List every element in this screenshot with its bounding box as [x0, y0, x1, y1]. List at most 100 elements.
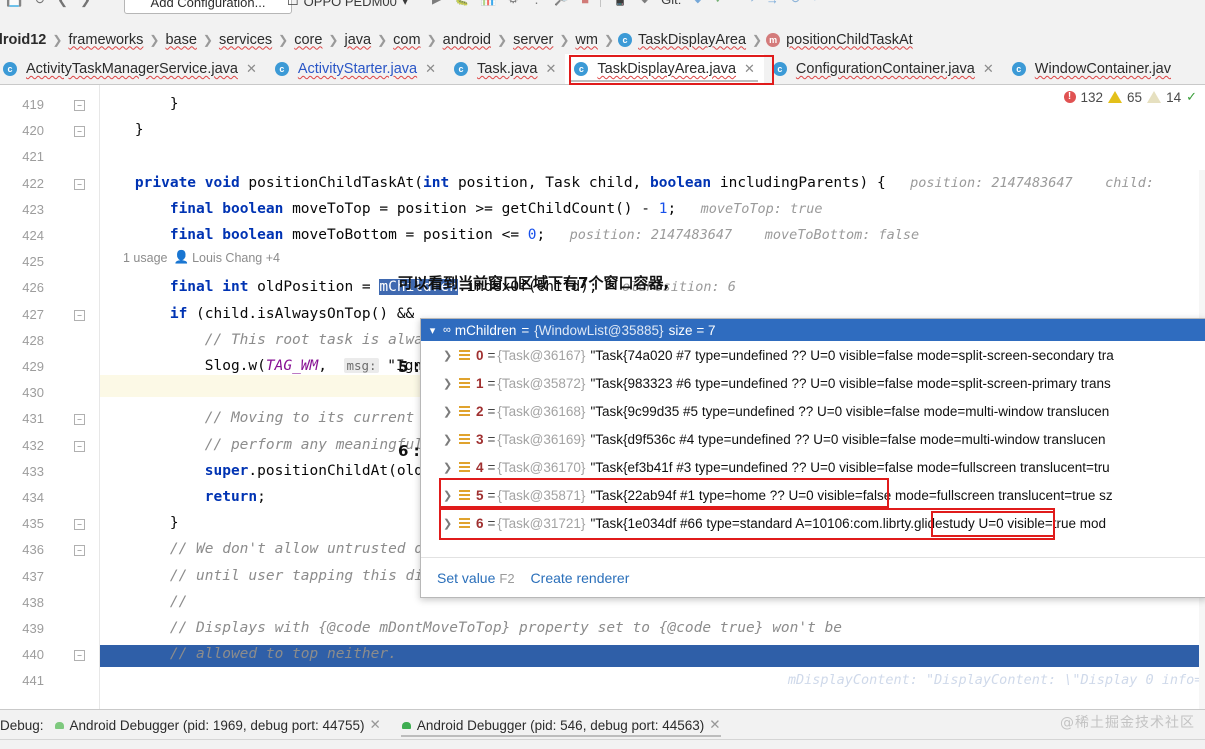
create-renderer-action[interactable]: Create renderer	[531, 570, 630, 586]
debug-row-ref: {Task@31721}	[497, 515, 586, 531]
breadcrumb-item-wm[interactable]: wm ❯	[573, 32, 618, 49]
debug-row-index: 6	[476, 515, 484, 531]
editor-tab-5[interactable]: c WindowContainer.jav	[1003, 54, 1180, 84]
inline-debug-hint: position: 2147483647 child:	[885, 174, 1154, 191]
close-icon[interactable]: ✕	[370, 717, 381, 733]
chevron-right-icon[interactable]: ❯	[443, 349, 459, 362]
editor-tab-1[interactable]: c ActivityStarter.java ✕	[266, 54, 445, 84]
layout-inspector-icon[interactable]: 🔎	[554, 0, 570, 7]
inspection-widget[interactable]: ! 132 65 14 ✓	[1063, 89, 1197, 105]
chevron-right-icon[interactable]: ❯	[443, 377, 459, 390]
git-history-icon[interactable]: →	[766, 0, 779, 7]
close-icon[interactable]: ✕	[246, 61, 257, 77]
profile-icon[interactable]: 📊	[480, 0, 496, 7]
sdk-manager-icon[interactable]: ⬇	[639, 0, 650, 7]
breadcrumb-item-core[interactable]: core ❯	[292, 32, 342, 49]
breadcrumb-item-java[interactable]: java ❯	[342, 32, 391, 49]
chevron-down-icon[interactable]: ▾	[427, 324, 438, 337]
save-all-icon[interactable]: 💾	[6, 0, 22, 8]
breadcrumb-label: wm	[575, 31, 598, 48]
code-vision-hint[interactable]: 1 usage 👤 Louis Chang +4	[123, 250, 280, 265]
line-number: 426	[22, 280, 44, 296]
editor-tab-4[interactable]: c ConfigurationContainer.java ✕	[764, 54, 1003, 84]
breadcrumb-item-frameworks[interactable]: frameworks ❯	[66, 32, 163, 49]
breadcrumb-item-android[interactable]: android ❯	[441, 32, 511, 49]
breadcrumb-item-taskdisplayarea[interactable]: c TaskDisplayArea ❯	[618, 32, 766, 49]
debug-row-6[interactable]: ❯ 6 = {Task@31721} "Task{1e034df #66 type=st…	[421, 509, 1205, 537]
close-icon[interactable]: ✕	[425, 61, 436, 77]
toolbar-right-icons: ▶ 🐛 📊 ⚙ ⋮ 🔎 ■ 📱 ⬇ Git: ⬇ ✓ ⟶ → ↻ ↶	[432, 0, 823, 7]
chevron-right-icon[interactable]: ❯	[443, 433, 459, 446]
breadcrumb-item-server[interactable]: server ❯	[511, 32, 573, 49]
device-selector[interactable]: ☐ OPPO PEDM00 ▾	[287, 0, 408, 12]
fold-marker[interactable]: −	[74, 309, 85, 321]
editor-tab-0[interactable]: c ActivityTaskManagerService.java ✕	[0, 54, 266, 84]
editor-gutter[interactable]: 419 − 420 − 421 422 − 423 424 425 426 427 − 428 429 430…	[0, 85, 100, 709]
git-revert-icon[interactable]: ↶	[812, 0, 823, 7]
editor-tab-2[interactable]: c Task.java ✕	[445, 54, 565, 84]
debug-session-tab-1[interactable]: Android Debugger (pid: 1969, debug port:…	[44, 710, 391, 740]
debug-row-5[interactable]: ❯ 5 = {Task@35871} "Task{22ab94f #1 type=hom…	[421, 481, 1205, 509]
code-line: }	[100, 515, 179, 532]
line-number: 437	[22, 568, 44, 584]
debug-row-equals: =	[487, 487, 496, 503]
run-icon[interactable]: ▶	[432, 0, 442, 7]
git-rollback-icon[interactable]: ↻	[790, 0, 801, 7]
debug-row-1[interactable]: ❯ 1 = {Task@35872} "Task{983323 #6 type=unde…	[421, 369, 1205, 397]
debug-row-2[interactable]: ❯ 2 = {Task@36168} "Task{9c99d35 #5 type=und…	[421, 397, 1205, 425]
fold-marker[interactable]: −	[74, 100, 85, 111]
debug-row-3[interactable]: ❯ 3 = {Task@36169} "Task{d9f536c #4 type=und…	[421, 425, 1205, 453]
close-icon[interactable]: ✕	[983, 61, 994, 77]
debug-rows[interactable]: ❯ 0 = {Task@36167} "Task{74a020 #7 type=unde…	[421, 341, 1205, 537]
debug-value-popup[interactable]: ▾ ∞ mChildren = {WindowList@35885} size …	[420, 318, 1205, 598]
forward-icon[interactable]: ❯	[80, 0, 91, 8]
chevron-right-icon[interactable]: ❯	[443, 517, 459, 530]
chevron-right-icon[interactable]: ❯	[443, 405, 459, 418]
debug-icon[interactable]: 🐛	[453, 0, 469, 7]
inspection-ok-icon[interactable]: ✓	[1186, 89, 1197, 105]
close-icon[interactable]: ✕	[545, 61, 556, 77]
fold-marker[interactable]: −	[74, 519, 85, 531]
breadcrumb-label: server	[513, 31, 554, 48]
fold-marker[interactable]: −	[74, 178, 85, 190]
fold-marker[interactable]: −	[74, 414, 85, 426]
array-element-icon	[459, 489, 470, 501]
git-commit-icon[interactable]: ✓	[714, 0, 725, 7]
debug-row-equals: =	[487, 515, 496, 531]
usage-count-label[interactable]: 1 usage	[123, 251, 167, 265]
debug-row-index: 2	[476, 403, 484, 419]
debug-row-4[interactable]: ❯ 4 = {Task@36170} "Task{ef3b41f #3 type=und…	[421, 453, 1205, 481]
fold-marker[interactable]: −	[74, 545, 85, 557]
chevron-right-icon[interactable]: ❯	[443, 461, 459, 474]
editor-tab-3[interactable]: c TaskDisplayArea.java ✕	[565, 54, 764, 84]
breadcrumb-item-droid12[interactable]: droid12 ❯	[0, 32, 66, 49]
breadcrumb-item-positionchildtaskat[interactable]: m positionChildTaskAt	[766, 32, 915, 49]
close-icon[interactable]: ✕	[744, 61, 755, 77]
breadcrumb-item-base[interactable]: base ❯	[163, 32, 217, 49]
avd-manager-icon[interactable]: 📱	[612, 0, 628, 7]
git-update-icon[interactable]: ⬇	[692, 0, 703, 7]
debug-session-tab-2[interactable]: Android Debugger (pid: 546, debug port: …	[391, 710, 731, 740]
fold-marker[interactable]: −	[74, 126, 85, 138]
sync-icon[interactable]: ↻	[34, 0, 45, 8]
attach-debugger-icon[interactable]: ⚙	[507, 0, 519, 7]
more-run-icon[interactable]: ⋮	[530, 0, 543, 7]
debug-variable-size: size = 7	[668, 322, 716, 338]
debug-row-value: "Task{ef3b41f #3 type=undefined ?? U=0 v…	[590, 459, 1110, 475]
debug-row-0[interactable]: ❯ 0 = {Task@36167} "Task{74a020 #7 type=unde…	[421, 341, 1205, 369]
run-configuration-selector[interactable]: Add Configuration...	[124, 0, 292, 14]
java-class-icon: c	[274, 62, 289, 76]
git-push-icon[interactable]: ⟶	[736, 0, 755, 7]
close-icon[interactable]: ✕	[709, 717, 720, 733]
author-hint[interactable]: 👤 Louis Chang +4	[173, 250, 280, 265]
set-value-action[interactable]: Set value F2	[437, 570, 515, 586]
chevron-right-icon[interactable]: ❯	[443, 489, 459, 502]
fold-marker[interactable]: −	[74, 650, 85, 662]
breadcrumb-item-com[interactable]: com ❯	[391, 32, 440, 49]
stop-icon[interactable]: ■	[581, 0, 589, 7]
debug-popup-header[interactable]: ▾ ∞ mChildren = {WindowList@35885} size …	[421, 319, 1205, 341]
annotation-line-1: 可以看到当前窗口区域下有7个窗口容器,	[398, 274, 670, 292]
back-icon[interactable]: ❮	[57, 0, 68, 8]
breadcrumb-item-services[interactable]: services ❯	[217, 32, 292, 49]
fold-marker[interactable]: −	[74, 440, 85, 452]
